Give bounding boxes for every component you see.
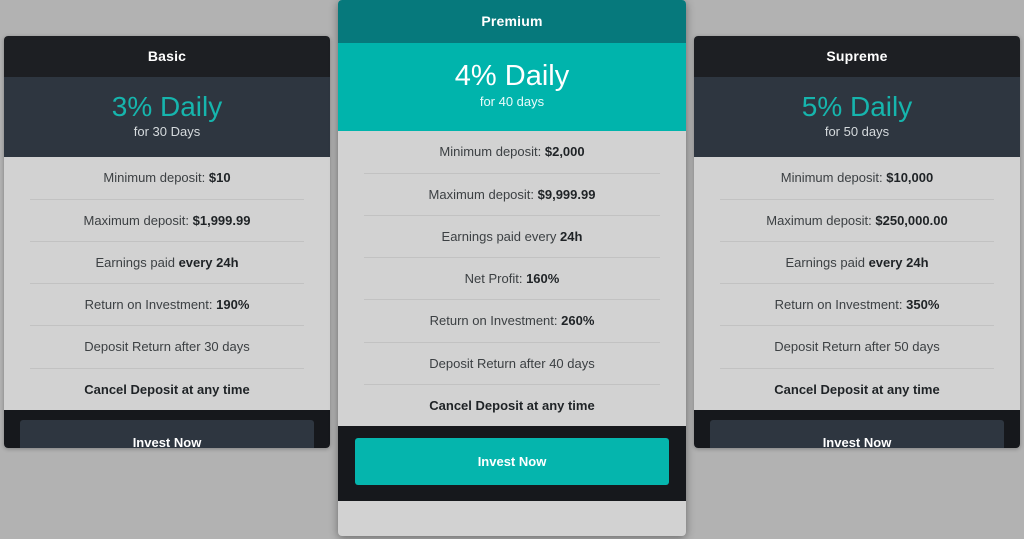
feature-label: Minimum deposit: <box>103 170 209 186</box>
feature-row: Cancel Deposit at any time <box>720 369 994 410</box>
plan-card-premium: Premium 4% Daily for 40 days Minimum dep… <box>338 0 686 536</box>
feature-row: Maximum deposit: $9,999.99 <box>364 174 660 216</box>
plan-title-basic: Basic <box>4 36 330 77</box>
feature-label: Deposit Return after 50 days <box>774 339 940 355</box>
plan-price-block-basic: 3% Daily for 30 Days <box>4 77 330 158</box>
feature-row: Cancel Deposit at any time <box>30 369 304 410</box>
plan-price-premium: 4% Daily <box>454 60 570 92</box>
plan-footer-premium: Invest Now <box>338 426 686 502</box>
feature-label: Cancel Deposit at any time <box>84 381 250 397</box>
invest-now-button-basic[interactable]: Invest Now <box>20 419 314 448</box>
feature-row: Deposit Return after 30 days <box>30 326 304 369</box>
feature-label: Cancel Deposit at any time <box>429 397 595 413</box>
feature-row: Return on Investment: 260% <box>364 300 660 343</box>
feature-list-premium: Minimum deposit: $2,000 Maximum deposit: … <box>338 131 686 427</box>
plan-footer-supreme: Invest Now <box>694 409 1020 448</box>
feature-row: Maximum deposit: $250,000.00 <box>720 200 994 242</box>
feature-row: Deposit Return after 40 days <box>364 343 660 385</box>
plan-footer-basic: Invest Now <box>4 409 330 448</box>
invest-now-button-supreme[interactable]: Invest Now <box>710 419 1004 448</box>
plan-price-block-supreme: 5% Daily for 50 days <box>694 77 1020 158</box>
invest-now-button-premium[interactable]: Invest Now <box>355 438 669 486</box>
plan-title-premium: Premium <box>338 0 686 43</box>
feature-label: Earnings paid every <box>441 228 561 244</box>
feature-row: Return on Investment: 350% <box>720 284 994 327</box>
feature-value: $10 <box>208 170 231 186</box>
feature-value: every 24h <box>868 254 929 270</box>
feature-label: Return on Investment: <box>429 313 562 329</box>
feature-value: every 24h <box>178 254 239 270</box>
feature-label: Deposit Return after 30 days <box>84 339 250 355</box>
plan-term-basic: for 30 Days <box>133 124 201 140</box>
feature-value: 160% <box>526 271 560 287</box>
pricing-table: Basic 3% Daily for 30 Days Minimum depos… <box>0 0 1024 539</box>
feature-label: Maximum deposit: <box>83 212 193 228</box>
plan-price-basic: 3% Daily <box>111 91 223 122</box>
feature-row: Cancel Deposit at any time <box>364 385 660 426</box>
feature-label: Minimum deposit: <box>780 170 887 186</box>
plan-term-supreme: for 50 days <box>824 124 890 140</box>
feature-value: 190% <box>216 297 250 313</box>
feature-value: $2,000 <box>544 144 585 160</box>
plan-price-block-premium: 4% Daily for 40 days <box>338 43 686 132</box>
feature-row: Earnings paid every 24h <box>720 242 994 285</box>
feature-row: Earnings paid every 24h <box>30 242 304 285</box>
plan-title-supreme: Supreme <box>694 36 1020 77</box>
feature-row: Minimum deposit: $10,000 <box>720 157 994 200</box>
plan-card-basic: Basic 3% Daily for 30 Days Minimum depos… <box>4 36 330 448</box>
feature-value: $1,999.99 <box>192 212 251 228</box>
feature-label: Net Profit: <box>464 271 527 287</box>
feature-label: Maximum deposit: <box>766 212 876 228</box>
feature-row: Return on Investment: 190% <box>30 284 304 327</box>
feature-label: Earnings paid <box>95 254 179 270</box>
feature-label: Cancel Deposit at any time <box>774 381 940 397</box>
feature-label: Earnings paid <box>785 254 869 270</box>
plan-term-premium: for 40 days <box>479 94 545 110</box>
feature-list-basic: Minimum deposit: $10 Maximum deposit: $1,… <box>4 157 330 410</box>
feature-row: Maximum deposit: $1,999.99 <box>30 200 304 242</box>
feature-label: Return on Investment: <box>774 297 907 313</box>
feature-value: $10,000 <box>886 170 934 186</box>
feature-list-supreme: Minimum deposit: $10,000 Maximum deposit:… <box>694 157 1020 410</box>
feature-label: Return on Investment: <box>84 297 217 313</box>
feature-value: $9,999.99 <box>537 186 596 202</box>
feature-row: Net Profit: 160% <box>364 258 660 301</box>
feature-label: Minimum deposit: <box>439 144 545 160</box>
feature-value: 350% <box>906 297 940 313</box>
feature-label: Deposit Return after 40 days <box>429 355 595 371</box>
feature-value: 24h <box>560 228 583 244</box>
feature-row: Deposit Return after 50 days <box>720 326 994 369</box>
feature-row: Earnings paid every 24h <box>364 216 660 259</box>
feature-value: 260% <box>561 313 595 329</box>
feature-row: Minimum deposit: $2,000 <box>364 131 660 174</box>
plan-card-supreme: Supreme 5% Daily for 50 days Minimum dep… <box>694 36 1020 448</box>
feature-label: Maximum deposit: <box>428 186 538 202</box>
feature-row: Minimum deposit: $10 <box>30 157 304 200</box>
feature-value: $250,000.00 <box>875 212 948 228</box>
plan-price-supreme: 5% Daily <box>801 91 913 122</box>
